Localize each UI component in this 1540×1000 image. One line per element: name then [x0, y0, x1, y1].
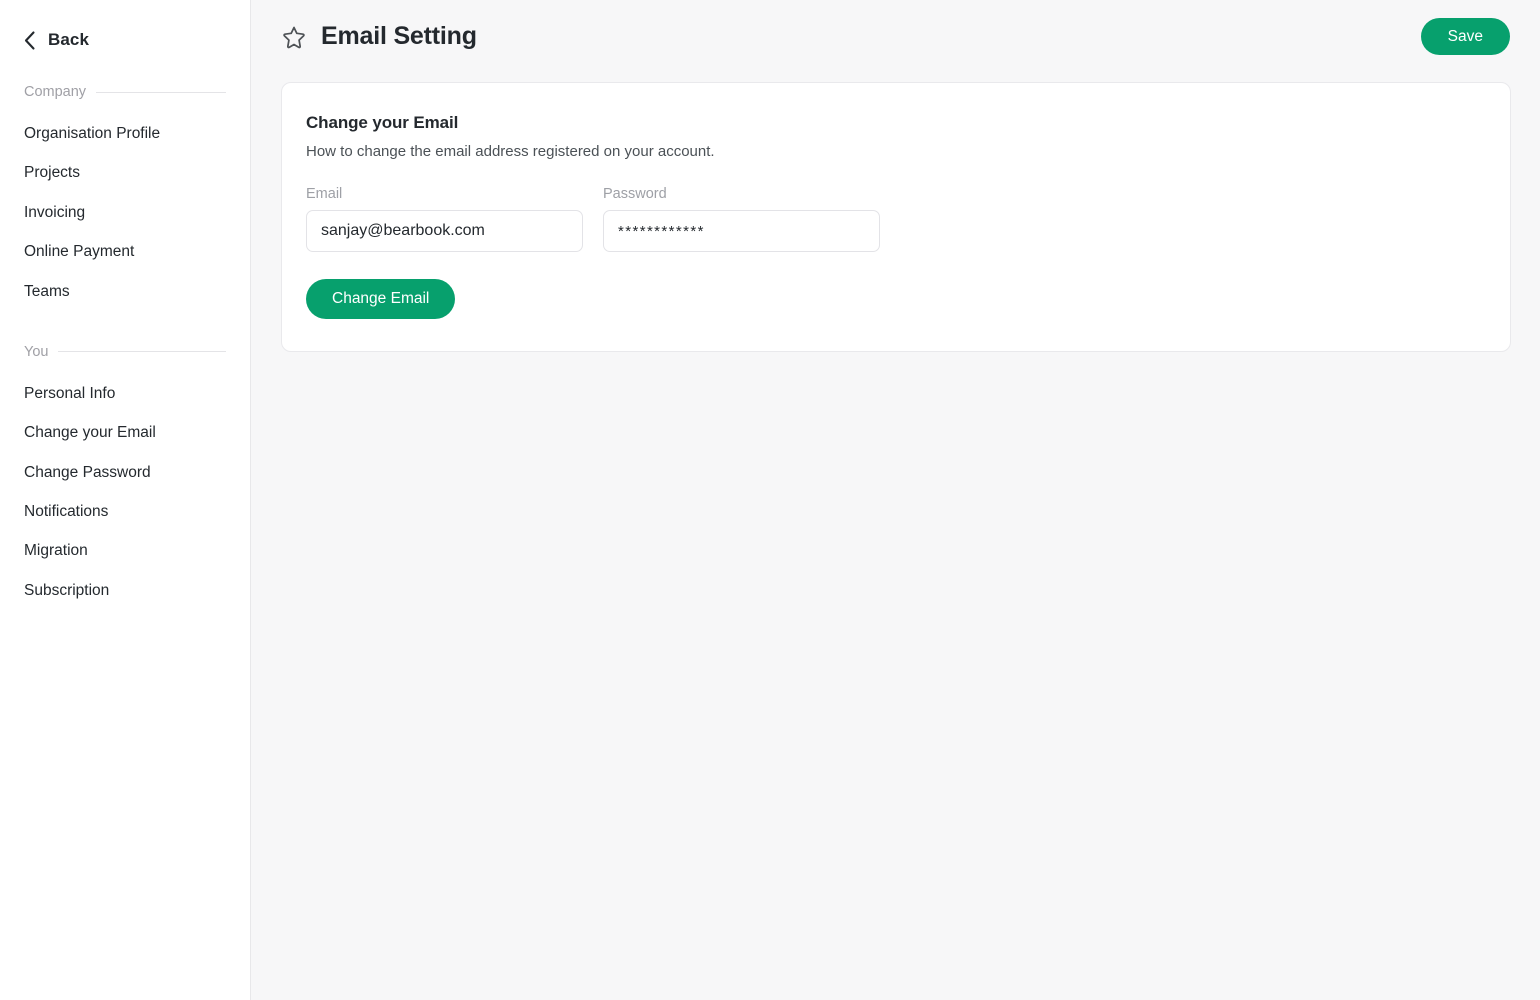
sidebar-item-personal-info[interactable]: Personal Info — [0, 374, 250, 413]
star-outline-icon[interactable] — [281, 24, 307, 50]
sidebar-item-notifications[interactable]: Notifications — [0, 492, 250, 531]
page-title-group: Email Setting — [281, 22, 477, 51]
divider — [58, 351, 226, 353]
chevron-left-icon — [24, 30, 36, 50]
sidebar-item-subscription[interactable]: Subscription — [0, 571, 250, 610]
sidebar-item-change-your-email[interactable]: Change your Email — [0, 413, 250, 452]
change-email-card: Change your Email How to change the emai… — [281, 82, 1511, 352]
email-input[interactable] — [306, 210, 583, 252]
divider — [96, 91, 226, 93]
main-content: Email Setting Save Change your Email How… — [251, 0, 1540, 1000]
sidebar-section-header-you: You — [0, 344, 250, 360]
sidebar-item-teams[interactable]: Teams — [0, 272, 250, 311]
sidebar: Back Company Organisation Profile Projec… — [0, 0, 251, 1000]
save-button[interactable]: Save — [1420, 17, 1510, 56]
app-root: Back Company Organisation Profile Projec… — [0, 0, 1540, 1000]
email-field-group: Email — [306, 186, 583, 252]
password-field-label: Password — [603, 186, 667, 202]
change-email-button[interactable]: Change Email — [306, 279, 456, 319]
sidebar-section-label-company: Company — [24, 84, 87, 100]
sidebar-nav-you: Personal Info Change your Email Change P… — [0, 374, 250, 610]
back-label: Back — [48, 30, 90, 49]
card-subtitle: How to change the email address register… — [306, 143, 715, 160]
back-button[interactable]: Back — [0, 0, 89, 50]
sidebar-section-label-you: You — [24, 343, 49, 360]
sidebar-item-organisation-profile[interactable]: Organisation Profile — [0, 114, 250, 153]
page-header: Email Setting Save — [251, 0, 1540, 73]
sidebar-item-invoicing[interactable]: Invoicing — [0, 193, 250, 232]
password-field-group: Password — [603, 186, 880, 252]
sidebar-section-header-company: Company — [0, 84, 250, 100]
password-input[interactable] — [603, 210, 880, 252]
email-form-row: Email Password — [306, 186, 1486, 252]
card-title: Change your Email — [306, 113, 459, 132]
page-title: Email Setting — [321, 22, 477, 50]
sidebar-item-online-payment[interactable]: Online Payment — [0, 232, 250, 271]
sidebar-item-migration[interactable]: Migration — [0, 531, 250, 570]
sidebar-item-projects[interactable]: Projects — [0, 153, 250, 192]
email-field-label: Email — [306, 186, 343, 202]
sidebar-item-change-password[interactable]: Change Password — [0, 453, 250, 492]
sidebar-nav-company: Organisation Profile Projects Invoicing … — [0, 114, 250, 311]
